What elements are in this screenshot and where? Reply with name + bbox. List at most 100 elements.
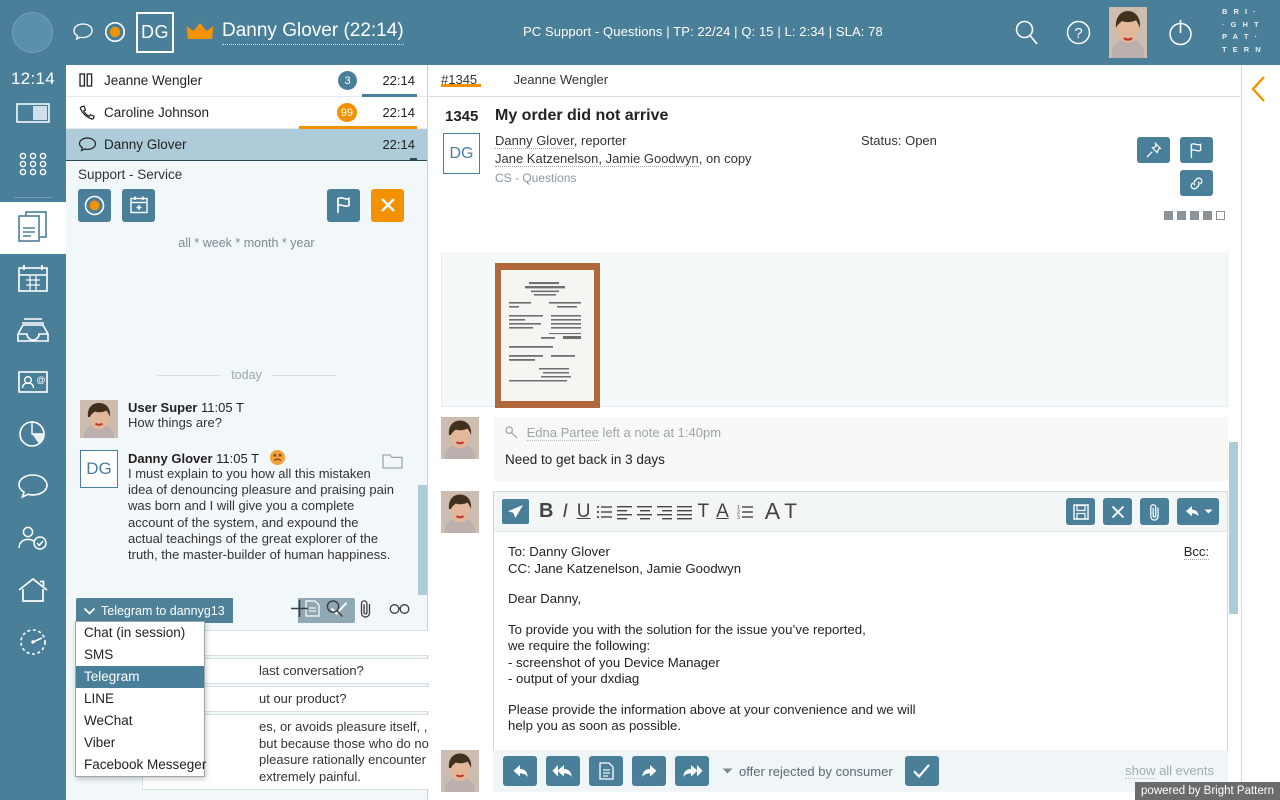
avatar (441, 491, 479, 533)
sidebar-item-home[interactable] (0, 566, 66, 618)
channel-dropdown-menu[interactable]: Chat (in session) SMS Telegram LINE WeCh… (75, 621, 205, 777)
show-all-events-link[interactable]: show all events (1125, 763, 1214, 778)
italic-icon[interactable]: I (562, 501, 567, 523)
save-button[interactable] (1066, 498, 1095, 525)
left-panel: Jeanne Wengler 3 22:14 Caroline Johnson … (66, 65, 428, 800)
home-icon (16, 575, 50, 610)
sidebar-item-toggle[interactable] (0, 89, 66, 141)
agent-avatar[interactable] (12, 12, 53, 53)
menu-item-sms[interactable]: SMS (76, 644, 204, 666)
reply-button[interactable] (503, 756, 537, 786)
main-panel: #1345 Jeanne Wengler 1345 My order did n… (429, 65, 1240, 800)
sidebar-item-dialpad[interactable] (0, 141, 66, 193)
collapse-left-arrow-icon[interactable] (1249, 74, 1269, 109)
active-contact-name[interactable]: Danny Glover (22:14) (222, 20, 404, 45)
note-header-rest: left a note at 1:40pm (599, 425, 721, 440)
contact-initials: DG (141, 22, 169, 43)
power-icon[interactable] (1166, 17, 1195, 48)
date-filter[interactable]: all * week * month * year (66, 222, 427, 250)
list-numbered-icon[interactable]: 123 (737, 504, 754, 520)
note-block: Edna Partee left a note at 1:40pm Need t… (441, 417, 1228, 481)
folder-icon[interactable] (382, 452, 403, 473)
record-dot-icon[interactable] (104, 21, 126, 43)
search-icon[interactable] (325, 599, 344, 623)
sidebar-item-inbox[interactable] (0, 306, 66, 358)
help-icon[interactable]: ? (1064, 18, 1093, 47)
indent-icon[interactable]: T (697, 501, 709, 523)
body-line: Please provide the information above at … (508, 702, 1213, 719)
menu-item-line[interactable]: LINE (76, 688, 204, 710)
align-justify-icon[interactable] (676, 504, 693, 520)
link-button[interactable] (1180, 170, 1213, 196)
font-color-icon[interactable]: A (716, 501, 729, 523)
bold-icon[interactable]: B (539, 500, 553, 523)
receipt-image[interactable] (495, 263, 600, 408)
menu-item-wechat[interactable]: WeChat (76, 710, 204, 732)
menu-item-viber[interactable]: Viber (76, 732, 204, 754)
message-text: I must explain to you how all this mista… (128, 466, 396, 563)
action-bar: offer rejected by consumer show all even… (441, 750, 1228, 792)
chevron-down-icon (84, 604, 95, 618)
disposition-label[interactable]: offer rejected by consumer (739, 764, 893, 779)
flag-button[interactable] (1180, 137, 1213, 163)
reply-all-button[interactable] (546, 756, 580, 786)
reply-dropdown-button[interactable] (1177, 498, 1219, 525)
sidebar-item-contacts[interactable]: @ (0, 358, 66, 410)
schedule-button[interactable] (122, 189, 155, 222)
pin-button[interactable] (1137, 137, 1170, 163)
conversation-row-jeanne-wengler[interactable]: Jeanne Wengler 3 22:14 (66, 65, 427, 97)
right-rail (1241, 65, 1280, 800)
attachment-block (441, 252, 1228, 407)
channel-label: Telegram to dannyg13 (101, 604, 225, 618)
avatar[interactable] (1109, 7, 1147, 58)
send-icon[interactable] (502, 499, 529, 524)
bcc-field[interactable]: Bcc: (1184, 544, 1209, 559)
flag-button[interactable] (327, 189, 360, 222)
forward-all-button[interactable] (675, 756, 709, 786)
ticket-category: CS - Questions (495, 171, 576, 185)
sidebar-item-agents[interactable] (0, 514, 66, 566)
accept-button[interactable] (905, 756, 939, 786)
sidebar-item-chat[interactable] (0, 462, 66, 514)
left-scrollbar-thumb[interactable] (418, 485, 427, 595)
menu-item-facebook-messenger[interactable]: Facebook Messeger (76, 754, 204, 776)
message-author: User Super (128, 400, 197, 415)
clear-format-icon[interactable]: T (784, 500, 797, 524)
cc-names[interactable]: Jane Katzenelson, Jamie Goodwyn (495, 151, 699, 167)
record-button[interactable] (78, 189, 111, 222)
conversation-row-danny-glover[interactable]: Danny Glover 22:14 (66, 129, 427, 161)
forward-button[interactable] (632, 756, 666, 786)
paperclip-icon[interactable] (360, 599, 373, 623)
reporter-name[interactable]: Danny Glover (495, 133, 574, 149)
conversation-row-caroline-johnson[interactable]: Caroline Johnson 99 22:14 (66, 97, 427, 129)
note-header: Edna Partee left a note at 1:40pm (505, 425, 1216, 440)
menu-item-telegram[interactable]: Telegram (76, 666, 204, 688)
attach-button[interactable] (1140, 498, 1169, 525)
composer-tools (274, 599, 410, 623)
main-scrollbar-thumb[interactable] (1229, 442, 1238, 614)
align-right-icon[interactable] (656, 504, 673, 520)
pause-icon (78, 72, 104, 90)
chat-bubble-icon[interactable] (72, 22, 94, 42)
sidebar-item-cases[interactable] (0, 202, 66, 254)
menu-item-chat[interactable]: Chat (in session) (76, 622, 204, 644)
end-button[interactable] (371, 189, 404, 222)
underline-icon[interactable]: U (577, 501, 591, 523)
search-icon[interactable] (1012, 18, 1041, 47)
list-bullet-icon[interactable] (596, 504, 613, 520)
glasses-icon[interactable] (389, 601, 410, 621)
note-author[interactable]: Edna Partee (527, 425, 599, 441)
sidebar-item-dashboard[interactable] (0, 618, 66, 670)
channel-selector[interactable]: Telegram to dannyg13 (76, 598, 233, 623)
plus-icon[interactable] (290, 599, 309, 623)
sidebar-item-reports[interactable] (0, 410, 66, 462)
align-center-icon[interactable] (636, 504, 653, 520)
tab-jeanne-wengler[interactable]: Jeanne Wengler (492, 65, 618, 87)
align-left-icon[interactable] (616, 504, 633, 520)
sidebar-item-calendar[interactable] (0, 254, 66, 306)
font-size-icon[interactable]: A (765, 498, 780, 525)
note-button[interactable] (589, 756, 623, 786)
chevron-down-icon[interactable] (722, 762, 733, 780)
tab-ticket-1345[interactable]: #1345 (429, 65, 487, 87)
close-button[interactable] (1103, 498, 1132, 525)
